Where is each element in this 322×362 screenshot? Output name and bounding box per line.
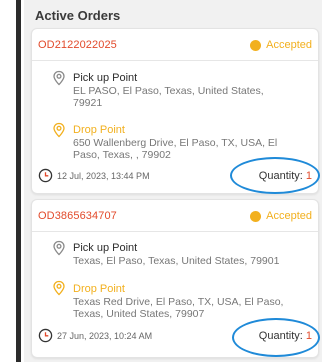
pickup-address-line2: 79921 — [73, 97, 103, 109]
drop-location-icon — [53, 122, 65, 138]
pickup-location-icon — [53, 70, 65, 86]
pickup-address-line1: Texas, El Paso, Texas, United States, 79… — [73, 255, 280, 267]
status-badge: Accepted — [250, 210, 312, 222]
order-time-row: 27 Jun, 2023, 10:24 AM — [38, 328, 152, 343]
order-card-header: OD3865634707 Accepted — [32, 200, 318, 232]
quantity-highlight-oval — [230, 157, 320, 194]
drop-label: Drop Point — [73, 124, 125, 136]
status-label: Accepted — [266, 210, 312, 222]
status-badge: Accepted — [250, 39, 312, 51]
order-card-header: OD2122022025 Accepted — [32, 29, 318, 61]
order-id: OD3865634707 — [38, 210, 117, 222]
order-datetime: 27 Jun, 2023, 10:24 AM — [57, 330, 153, 341]
pickup-label: Pick up Point — [73, 72, 138, 84]
order-datetime: 12 Jul, 2023, 13:44 PM — [57, 170, 150, 181]
drop-address-line1: 650 Wallenberg Drive, El Paso, TX, USA, … — [73, 137, 278, 149]
order-id: OD2122022025 — [38, 39, 117, 51]
order-time-row: 12 Jul, 2023, 13:44 PM — [38, 168, 150, 183]
drop-location-icon — [53, 280, 65, 296]
clock-icon — [38, 168, 53, 183]
section-title: Active Orders — [35, 8, 121, 23]
pickup-label: Pick up Point — [73, 242, 138, 254]
pickup-address-line1: EL PASO, El Paso, Texas, United States, — [73, 85, 264, 97]
drop-address-line1: Texas Red Drive, El Paso, TX, USA, El Pa… — [73, 296, 284, 308]
clock-icon — [38, 328, 53, 343]
pickup-location-icon — [53, 240, 65, 256]
left-divider — [16, 0, 21, 362]
status-dot-icon — [250, 39, 262, 51]
drop-label: Drop Point — [73, 283, 125, 295]
left-edge — [0, 0, 21, 362]
status-dot-icon — [250, 210, 262, 222]
status-label: Accepted — [266, 39, 312, 51]
quantity-highlight-oval — [232, 318, 320, 357]
